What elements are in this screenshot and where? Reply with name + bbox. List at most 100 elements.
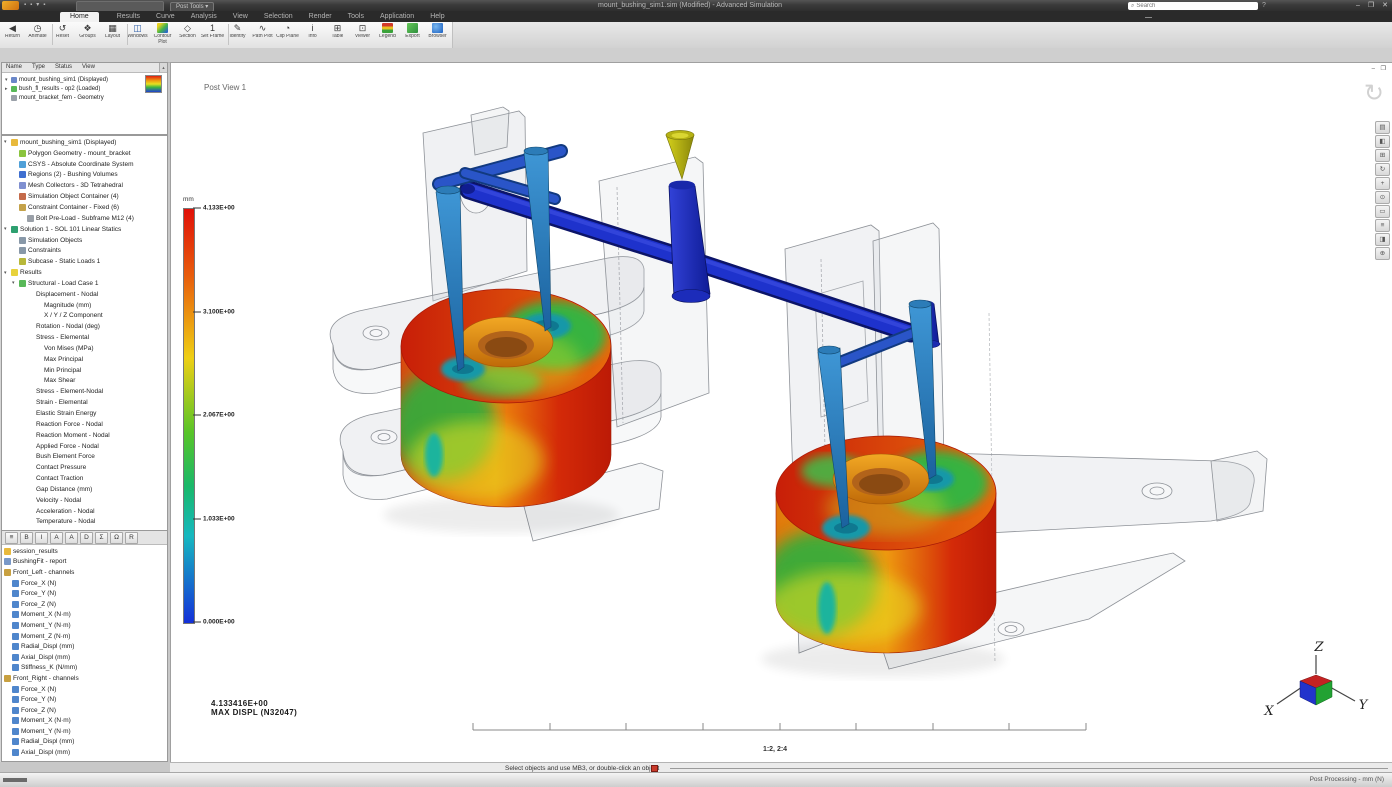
toolbar-button[interactable]: Legend <box>375 22 400 49</box>
view-tool-button[interactable]: ⊞ <box>1375 149 1390 162</box>
tree-item[interactable]: ▾ mount_bushing_sim1 (Displayed) <box>2 137 167 148</box>
tree-item[interactable]: Displacement - Nodal <box>2 289 167 300</box>
tree-item[interactable]: X / Y / Z Component <box>2 311 167 322</box>
menu-item[interactable]: Tools <box>348 12 364 22</box>
post-toolbar-button[interactable]: D <box>80 532 93 544</box>
tab-home[interactable]: Home <box>60 12 99 22</box>
help-icon[interactable]: ? <box>1262 2 1266 9</box>
status-resize-notch[interactable] <box>3 778 27 782</box>
tree-item[interactable]: Rotation - Nodal (deg) <box>2 321 167 332</box>
orientation-triad[interactable]: Z X Y <box>1263 640 1368 719</box>
viewport-window-controls[interactable]: ‒ ❐ <box>1372 65 1388 72</box>
tree-item[interactable]: Simulation Object Container (4) <box>2 191 167 202</box>
toolbar-button[interactable]: ∿ Path Plot <box>250 22 275 49</box>
file-row[interactable]: ▾ mount_bushing_sim1 (Displayed) <box>2 75 167 84</box>
channel-item[interactable]: Radial_Displ (mm) <box>2 641 167 652</box>
graphics-viewport[interactable]: 1:2, 2:4 Z X Y Post View 1 ‒ ❐ ↻ <box>170 62 1392 763</box>
tree-item[interactable]: Regions (2) - Bushing Volumes <box>2 170 167 181</box>
post-toolbar-button[interactable]: Ω <box>110 532 123 544</box>
channel-item[interactable]: Front_Right - channels <box>2 673 167 684</box>
file-row[interactable]: mount_bracket_fem - Geometry <box>2 93 167 102</box>
tree-item[interactable]: Max Principal <box>2 354 167 365</box>
toolbar-button[interactable]: Browser <box>425 22 450 49</box>
view-tool-button[interactable]: + <box>1375 177 1390 190</box>
tree-item[interactable]: Mesh Collectors - 3D Tetrahedral <box>2 180 167 191</box>
view-tool-button[interactable]: ≡ <box>1375 219 1390 232</box>
toolbar-button[interactable]: Export <box>400 22 425 49</box>
post-toolbar-button[interactable]: I <box>35 532 48 544</box>
view-tool-button[interactable]: ⊕ <box>1375 247 1390 260</box>
stop-icon[interactable] <box>651 765 658 772</box>
tree-item[interactable]: Temperature - Nodal <box>2 517 167 528</box>
tree-item[interactable]: Elastic Strain Energy <box>2 408 167 419</box>
toolbar-button[interactable]: ↺ Reset <box>50 22 75 49</box>
command-search[interactable]: ⌕ <box>1128 2 1258 10</box>
channel-item[interactable]: Force_Z (N) <box>2 599 167 610</box>
post-toolbar-button[interactable]: ≡ <box>5 532 18 544</box>
model-canvas[interactable]: 1:2, 2:4 Z X Y <box>171 63 1392 762</box>
toolbar-button[interactable]: ◇ Section <box>175 22 200 49</box>
channel-item[interactable]: Front_Left - channels <box>2 567 167 578</box>
channel-item[interactable]: Force_X (N) <box>2 684 167 695</box>
file-list-header[interactable]: View <box>82 63 95 72</box>
channel-item[interactable]: Force_Y (N) <box>2 694 167 705</box>
channel-item[interactable]: Stiffness_K (N/mm) <box>2 663 167 674</box>
menu-item[interactable]: Application <box>380 12 414 22</box>
file-row[interactable]: ▸ bush_fl_results - op2 (Loaded) <box>2 84 167 93</box>
menu-item[interactable]: View <box>233 12 248 22</box>
channel-item[interactable]: Force_Z (N) <box>2 705 167 716</box>
tree-item[interactable]: ▾ Structural - Load Case 1 <box>2 278 167 289</box>
toolbar-button[interactable]: ◀ Return <box>0 22 25 49</box>
expander-icon[interactable]: ▾ <box>4 226 11 232</box>
tree-item[interactable]: Bush Element Force <box>2 451 167 462</box>
toolbar-button[interactable]: ❖ Groups <box>75 22 100 49</box>
menu-item[interactable]: Analysis <box>191 12 217 22</box>
channel-item[interactable]: Axial_Displ (mm) <box>2 652 167 663</box>
tree-item[interactable]: Acceleration - Nodal <box>2 506 167 517</box>
channel-item[interactable]: Moment_Y (N·m) <box>2 620 167 631</box>
workspace-dropdown[interactable]: Post Tools ▾ <box>170 2 214 12</box>
toolbar-button[interactable]: ◫ Windows <box>125 22 150 49</box>
quick-access-icon[interactable]: ▪ <box>30 1 32 10</box>
channel-item[interactable]: Force_X (N) <box>2 578 167 589</box>
tree-item[interactable]: Contact Pressure <box>2 462 167 473</box>
file-list-header[interactable]: Status <box>55 63 72 72</box>
toolbar-button[interactable]: ◔ Clip Plane <box>275 22 300 49</box>
expander-icon[interactable]: ▾ <box>4 139 11 145</box>
window-control-button[interactable]: – <box>1356 1 1360 10</box>
tree-item[interactable]: Reaction Moment - Nodal <box>2 430 167 441</box>
file-list-header[interactable]: Type <box>32 63 45 72</box>
spin-rotate-icon[interactable]: ↻ <box>1364 79 1384 108</box>
toolbar-button[interactable]: ▦ Layout <box>100 22 125 49</box>
channel-item[interactable]: Radial_Displ (mm) <box>2 737 167 748</box>
channel-item[interactable]: BushingFit - report <box>2 557 167 568</box>
view-tool-button[interactable]: ◨ <box>1375 233 1390 246</box>
expander-icon[interactable]: ▾ <box>12 280 19 286</box>
tree-item[interactable]: Stress - Elemental <box>2 332 167 343</box>
menu-item[interactable]: Selection <box>264 12 293 22</box>
quick-access-icon[interactable]: ▪ <box>24 1 26 10</box>
channel-item[interactable]: Force_Y (N) <box>2 588 167 599</box>
scroll-up-icon[interactable]: ▲ <box>159 63 167 72</box>
tree-item[interactable]: Bolt Pre-Load - Subframe M12 (4) <box>2 213 167 224</box>
tree-item[interactable]: Velocity - Nodal <box>2 495 167 506</box>
view-tool-button[interactable]: ⊙ <box>1375 191 1390 204</box>
tree-item[interactable]: ▾ Results <box>2 267 167 278</box>
channel-item[interactable]: Von_Mises (MPa) <box>2 758 167 760</box>
window-control-button[interactable]: ✕ <box>1382 1 1388 10</box>
post-toolbar-button[interactable]: A <box>50 532 63 544</box>
tree-item[interactable]: Applied Force - Nodal <box>2 441 167 452</box>
result-thumbnail[interactable] <box>145 75 162 93</box>
view-tool-button[interactable]: ↻ <box>1375 163 1390 176</box>
tree-item[interactable]: Constraint Container - Fixed (6) <box>2 202 167 213</box>
tree-item[interactable]: Min Principal <box>2 365 167 376</box>
post-toolbar-button[interactable]: B <box>20 532 33 544</box>
channel-item[interactable]: session_results <box>2 546 167 557</box>
menu-item[interactable]: Render <box>309 12 332 22</box>
file-list-header[interactable]: Name <box>6 63 22 72</box>
tree-item[interactable]: Strain - Elemental <box>2 397 167 408</box>
view-tool-button[interactable]: ▤ <box>1375 121 1390 134</box>
tree-item[interactable]: Simulation Objects <box>2 235 167 246</box>
post-toolbar-button[interactable]: A <box>65 532 78 544</box>
tree-item[interactable]: Gap Distance (mm) <box>2 484 167 495</box>
